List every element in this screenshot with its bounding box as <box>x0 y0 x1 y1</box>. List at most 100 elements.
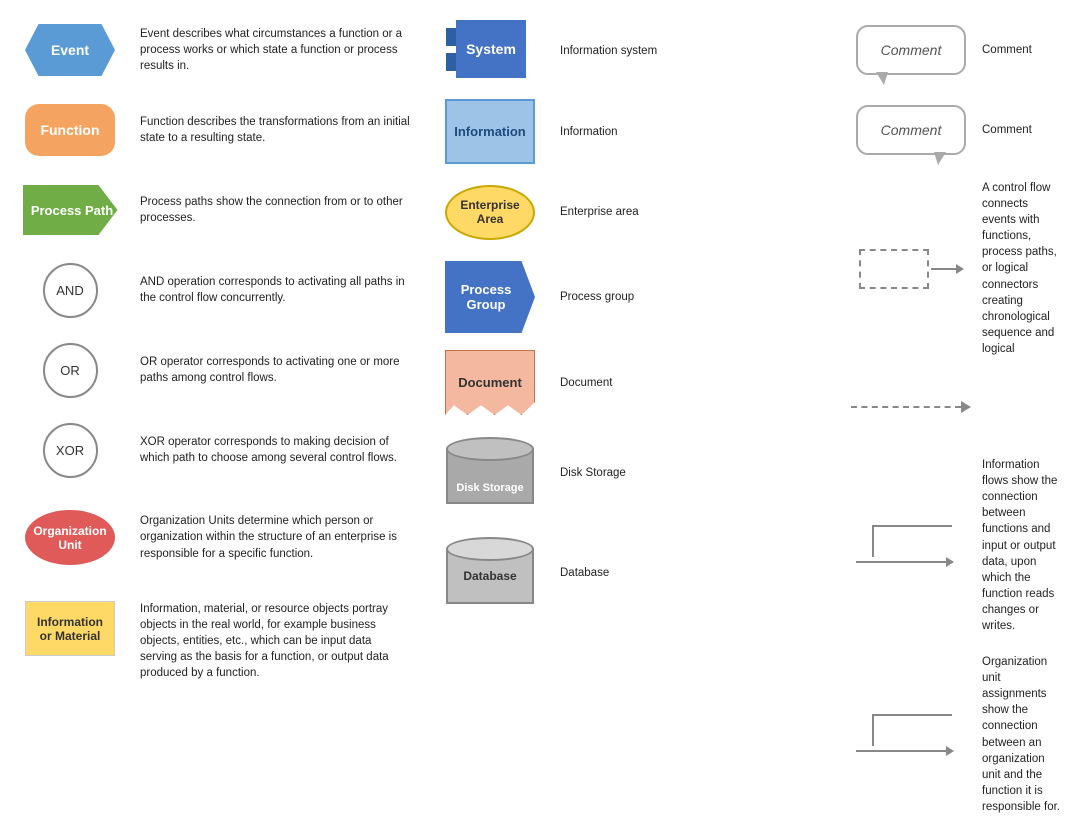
db-top <box>446 537 534 561</box>
row-process-group: Process Group Process group <box>420 252 840 342</box>
process-group-label: Process Group <box>445 282 527 312</box>
row-or: OR OR operator corresponds to activating… <box>0 330 420 410</box>
col2-shape-enterprise: Enterprise Area <box>430 185 550 240</box>
control-flow-arrowhead <box>956 264 964 274</box>
shape-area-org-unit: Organization Unit <box>10 510 130 565</box>
col2-shape-process-group: Process Group <box>430 261 550 333</box>
process-group-arrow: Process Group <box>445 261 535 333</box>
row-system: System Information system <box>420 10 840 91</box>
control-flow-line <box>931 268 956 270</box>
shape-area-function: Function <box>10 104 130 156</box>
col3-shape-dashed-line <box>846 401 976 413</box>
dashed-arrowhead <box>961 401 971 413</box>
row-event: Event Event describes what circumstances… <box>0 10 420 90</box>
disk-shape: Disk Storage <box>446 437 534 509</box>
shape-area-event: Event <box>10 24 130 76</box>
enterprise-area-label: Enterprise Area <box>447 198 533 226</box>
xor-desc: XOR operator corresponds to making decis… <box>130 434 410 466</box>
xor-label: XOR <box>56 443 84 458</box>
enterprise-area-sublabel: Enterprise area <box>550 206 639 218</box>
row-comment1: Comment Comment <box>840 10 1067 90</box>
document-sublabel: Document <box>550 377 612 389</box>
org-unit-shape: Organization Unit <box>25 510 115 565</box>
info-arrowhead <box>946 557 954 567</box>
information-label: Information <box>454 124 526 139</box>
col2-shape-disk: Disk Storage <box>430 437 550 509</box>
col2: System Information system Information In… <box>420 10 840 825</box>
org-flow-shape <box>856 714 966 756</box>
process-path-desc: Process paths show the connection from o… <box>130 194 410 226</box>
comment2-text: Comment <box>881 122 942 138</box>
event-desc: Event describes what circumstances a fun… <box>130 26 410 74</box>
function-label: Function <box>40 122 99 138</box>
org-vert-line <box>872 716 874 746</box>
row-process-path: Process Path Process paths show the conn… <box>0 170 420 250</box>
control-flow-desc: A control flow connects events with func… <box>976 180 1061 357</box>
disk-sublabel: Disk Storage <box>550 467 626 479</box>
org-unit-label: Organization Unit <box>29 524 111 552</box>
org-unit-desc: Organization Units determine which perso… <box>130 513 410 561</box>
control-flow-arrow <box>931 264 964 274</box>
row-org-flow: Organization unit assignments show the c… <box>840 644 1067 825</box>
info-material-shape: Information or Material <box>25 601 115 656</box>
disk-top <box>446 437 534 461</box>
sys-bar-left <box>446 28 456 46</box>
legend-container: Event Event describes what circumstances… <box>0 0 1067 835</box>
row-info-material: Information or Material Information, mat… <box>0 585 420 695</box>
sys-bar-left2 <box>446 53 456 71</box>
row-enterprise-area: Enterprise Area Enterprise area <box>420 172 840 252</box>
process-path-shape: Process Path <box>23 185 118 235</box>
and-shape: AND <box>43 263 98 318</box>
dashed-line-arrow <box>851 401 971 413</box>
info-flow-shape <box>856 525 966 567</box>
information-sublabel: Information <box>550 126 618 138</box>
comment-bubble-2: Comment <box>856 105 966 155</box>
col2-shape-database: Database <box>430 537 550 609</box>
system-sublabel: Information system <box>550 45 657 57</box>
info-vert-line <box>872 527 874 557</box>
org-flow-desc: Organization unit assignments show the c… <box>976 654 1061 815</box>
and-desc: AND operation corresponds to activating … <box>130 274 410 306</box>
or-shape: OR <box>43 343 98 398</box>
col2-shape-information: Information <box>430 99 550 164</box>
shape-area-process-path: Process Path <box>10 185 130 235</box>
row-xor: XOR XOR operator corresponds to making d… <box>0 410 420 490</box>
org-arrowhead <box>946 746 954 756</box>
shape-area-info-material: Information or Material <box>10 601 130 656</box>
function-desc: Function describes the transformations f… <box>130 114 410 146</box>
database-sublabel: Database <box>550 567 609 579</box>
comment-bubble-1: Comment <box>856 25 966 75</box>
col3-shape-comment2: Comment <box>846 100 976 160</box>
info-top-line <box>872 525 952 527</box>
comment1-desc: Comment <box>976 42 1061 58</box>
row-org-unit: Organization Unit Organization Units det… <box>0 490 420 585</box>
database-shape: Database <box>446 537 534 609</box>
row-comment2: Comment Comment <box>840 90 1067 170</box>
enterprise-area-shape: Enterprise Area <box>445 185 535 240</box>
info-flow-desc: Information flows show the connection be… <box>976 457 1061 634</box>
row-info-flow: Information flows show the connection be… <box>840 447 1067 644</box>
row-information: Information Information <box>420 91 840 172</box>
information-shape: Information <box>445 99 535 164</box>
dashed-rect <box>859 249 929 289</box>
row-and: AND AND operation corresponds to activat… <box>0 250 420 330</box>
org-horiz-line <box>856 750 946 752</box>
org-bottom-row <box>856 746 954 756</box>
info-material-label: Information or Material <box>30 615 110 643</box>
process-group-shape: Process Group <box>445 261 535 333</box>
col3-shape-info-flow <box>846 525 976 567</box>
col2-shape-system: System <box>430 18 550 83</box>
info-material-desc: Information, material, or resource objec… <box>130 601 410 681</box>
event-label: Event <box>51 42 89 58</box>
row-database: Database Database <box>420 523 840 623</box>
control-flow-shape <box>859 249 964 289</box>
disk-label: Disk Storage <box>456 482 523 494</box>
row-disk-storage: Disk Storage Disk Storage <box>420 423 840 523</box>
dashed-line <box>851 406 961 408</box>
info-bottom-row <box>856 557 954 567</box>
comment1-text: Comment <box>881 42 942 58</box>
shape-area-and: AND <box>10 263 130 318</box>
row-function: Function Function describes the transfor… <box>0 90 420 170</box>
row-document: Document Document <box>420 342 840 423</box>
info-horiz-line <box>856 561 946 563</box>
